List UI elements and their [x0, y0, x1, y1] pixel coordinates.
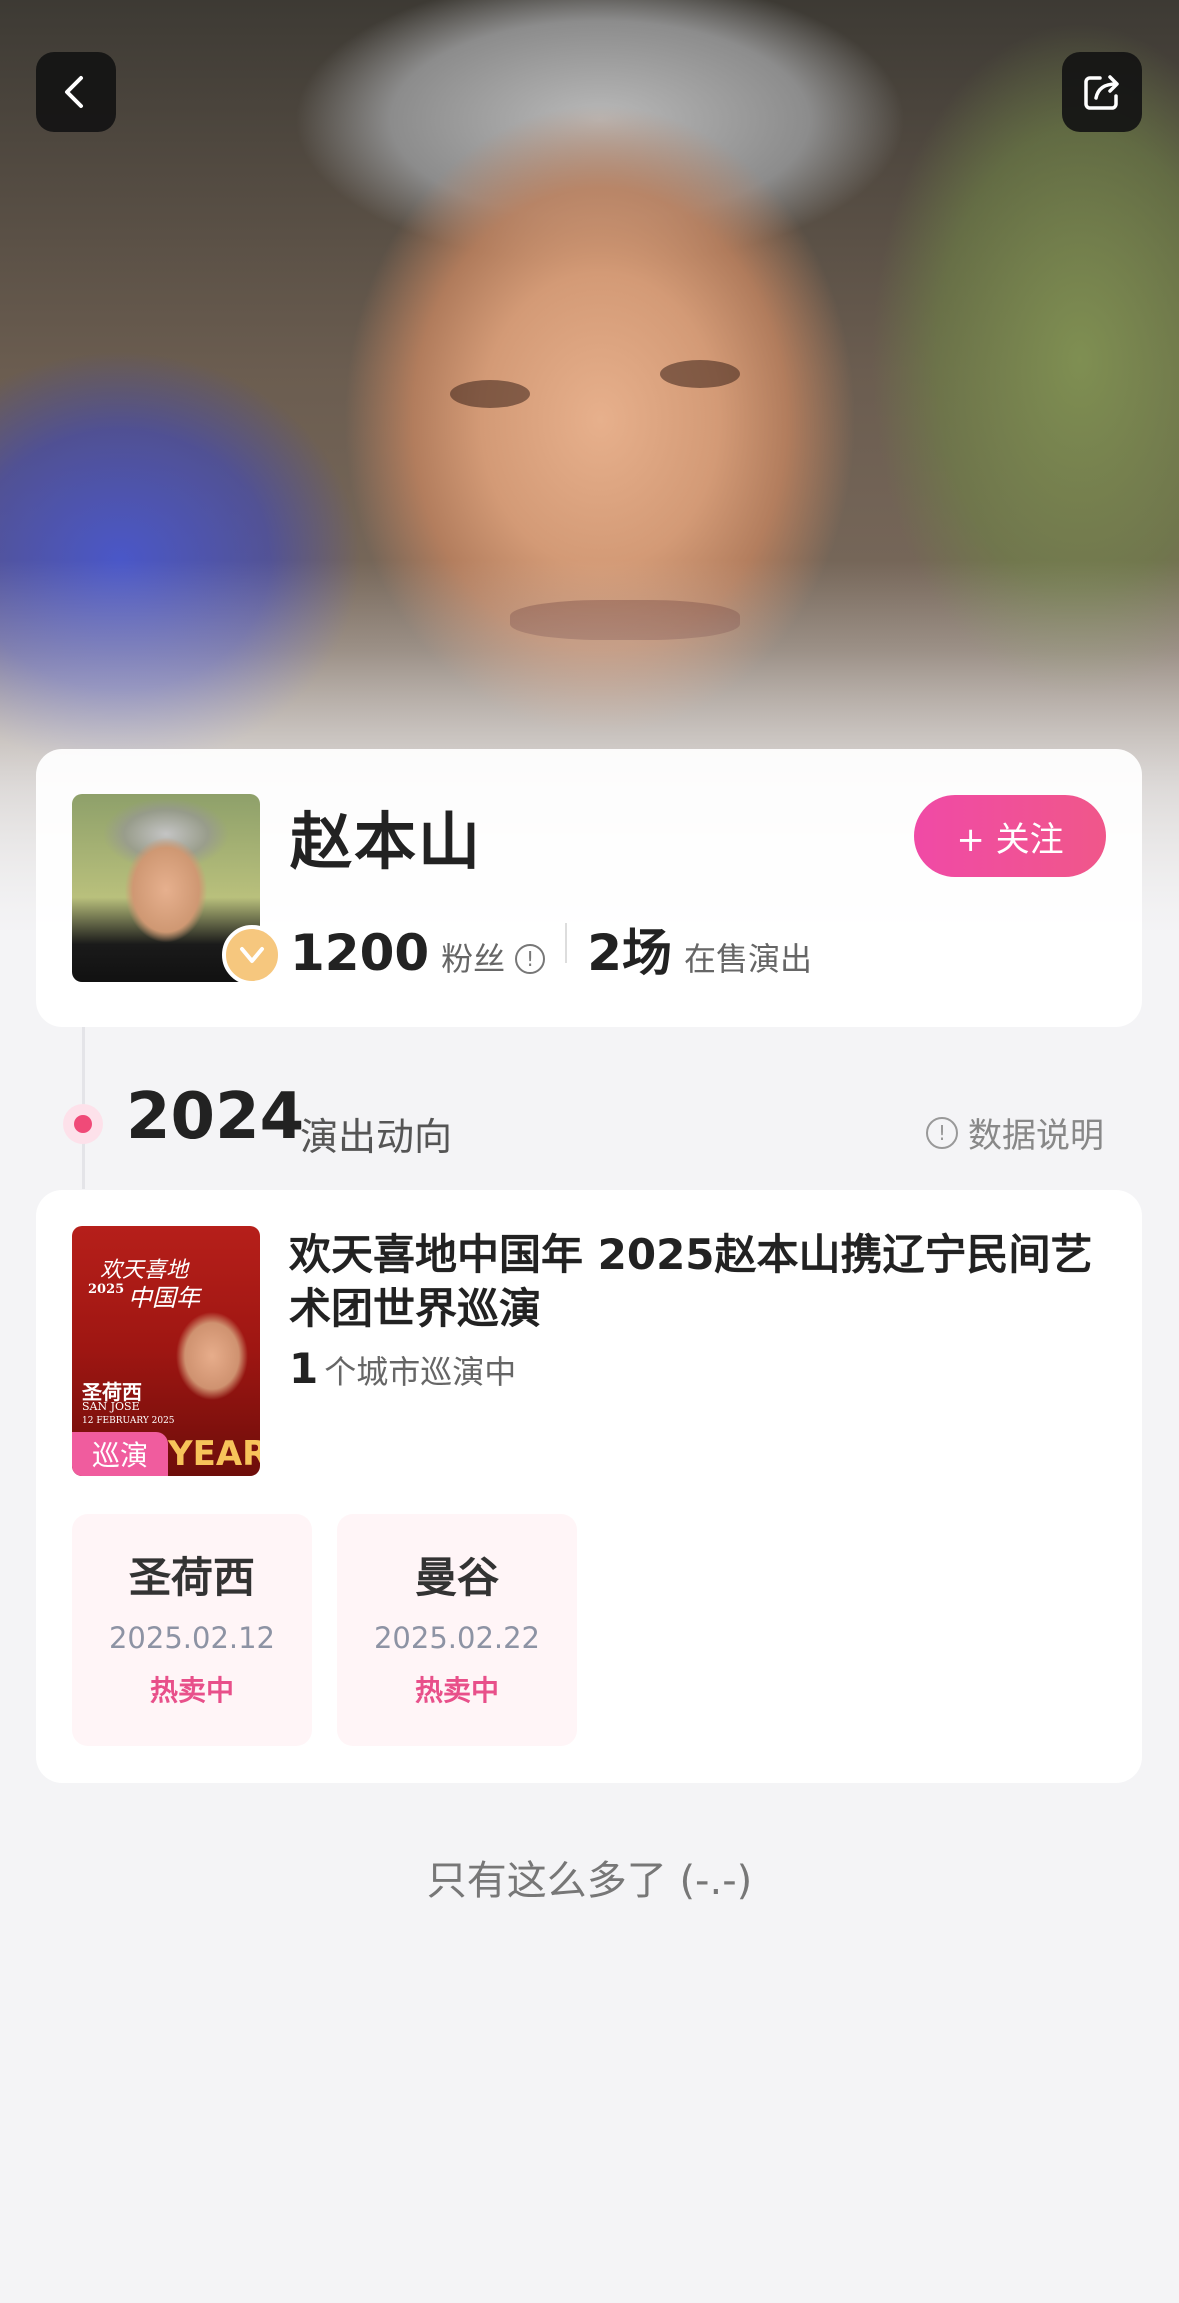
show-poster[interactable]: 欢天喜地 2025 中国年 圣荷西 SAN JOSE 12 FEBRUARY 2… — [72, 1226, 260, 1476]
eye-shape — [450, 380, 530, 408]
city-card-bangkok[interactable]: 曼谷 2025.02.22 热卖中 — [337, 1514, 577, 1746]
shows-count: 2场 — [587, 924, 672, 982]
stats-divider — [565, 923, 568, 963]
back-arrow-icon — [65, 76, 83, 108]
timeline-year: 2024 — [126, 1080, 305, 1154]
city-card-san-jose[interactable]: 圣荷西 2025.02.12 热卖中 — [72, 1514, 312, 1746]
poster-year-word: YEAR — [168, 1434, 260, 1474]
timeline-label: 演出动向 — [300, 1115, 453, 1159]
city-status: 热卖中 — [149, 1674, 234, 1707]
info-icon[interactable]: ! — [515, 944, 546, 974]
shows-label: 在售演出 — [683, 940, 812, 978]
data-note-label: 数据说明 — [968, 1116, 1104, 1156]
show-city-count: 1 个城市巡演中 — [289, 1344, 516, 1393]
poster-title-line: 中国年 — [128, 1284, 200, 1312]
fans-count: 1200 — [290, 924, 430, 982]
city-count-label: 个城市巡演中 — [324, 1353, 517, 1391]
show-title[interactable]: 欢天喜地中国年 2025赵本山携辽宁民间艺术团世界巡演 — [289, 1228, 1109, 1336]
artist-name: 赵本山 — [290, 805, 483, 878]
city-name: 曼谷 — [414, 1553, 499, 1602]
city-count-number: 1 — [289, 1344, 319, 1393]
poster-date: 12 FEBRUARY 2025 — [82, 1416, 175, 1426]
poster-city-en: SAN JOSE — [82, 1400, 140, 1413]
info-icon: ! — [926, 1116, 958, 1149]
fans-label: 粉丝 — [441, 940, 506, 978]
end-of-list-text: 只有这么多了 (-.-) — [426, 1858, 753, 1904]
eye-shape — [660, 360, 740, 388]
tour-tag: 巡演 — [72, 1432, 168, 1476]
timeline-dot — [63, 1104, 103, 1144]
share-button[interactable] — [1062, 52, 1142, 132]
city-name: 圣荷西 — [128, 1553, 255, 1602]
city-date: 2025.02.12 — [108, 1621, 276, 1655]
city-status: 热卖中 — [414, 1674, 499, 1707]
poster-year: 2025 — [88, 1282, 125, 1297]
city-date: 2025.02.22 — [373, 1621, 541, 1655]
artist-profile-card: 赵本山 + 关注 1200 粉丝 ! 2场 在售演出 — [36, 749, 1142, 1027]
follow-button[interactable]: + 关注 — [914, 795, 1106, 877]
data-note-link[interactable]: ! 数据说明 — [926, 1108, 1104, 1157]
share-icon — [1084, 75, 1119, 110]
show-card[interactable]: 欢天喜地 2025 中国年 圣荷西 SAN JOSE 12 FEBRUARY 2… — [36, 1190, 1142, 1783]
back-button[interactable] — [36, 52, 116, 132]
artist-stats: 1200 粉丝 ! 2场 在售演出 — [290, 913, 812, 982]
verified-v-icon — [222, 925, 282, 985]
